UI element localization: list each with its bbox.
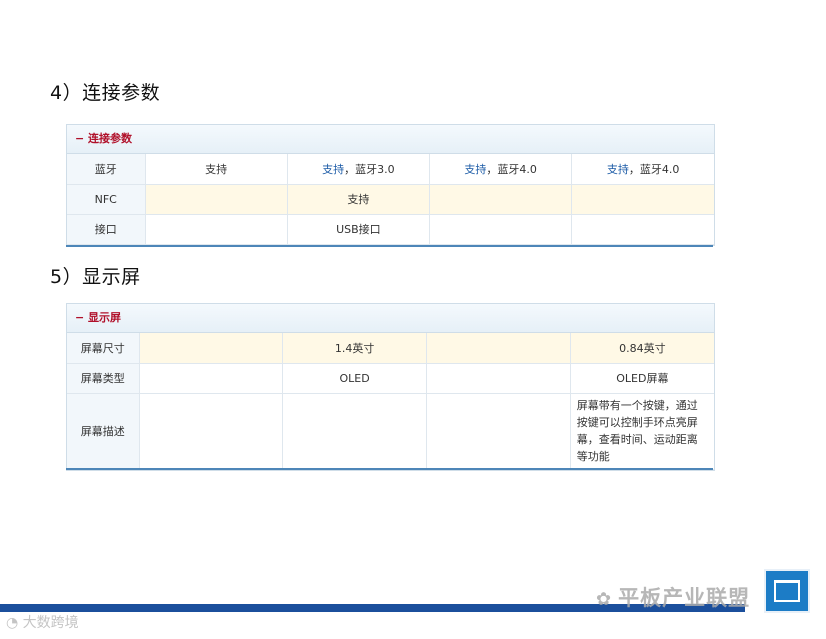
watermark-right: ✿ 平板产业联盟: [596, 582, 750, 612]
table-cell: [139, 393, 284, 470]
panel-title: 连接参数: [88, 132, 132, 145]
section-heading-connection: 4）连接参数: [50, 82, 161, 104]
table-cell: [429, 214, 573, 245]
table-cell: [426, 333, 571, 364]
panel-title: 显示屏: [88, 311, 121, 324]
collapse-icon[interactable]: −: [75, 304, 84, 332]
table-row: 接口 USB接口: [67, 214, 714, 245]
panel-bottom-rule: [66, 245, 713, 247]
row-label: 蓝牙: [67, 154, 146, 185]
table-cell: [139, 363, 284, 394]
table-cell: 支持: [287, 184, 431, 215]
row-label: 屏幕类型: [67, 363, 140, 394]
table-row: 屏幕描述 屏幕带有一个按键，通过按键可以控制手环点亮屏幕，查看时间、运动距离等功…: [67, 393, 714, 470]
row-label: NFC: [67, 184, 146, 215]
table-row: 蓝牙 支持 支持，蓝牙3.0 支持，蓝牙4.0 支持，蓝牙4.0: [67, 154, 714, 185]
watermark-left: ◔ 大数跨境: [6, 612, 79, 632]
table-cell: [571, 214, 714, 245]
collapse-icon[interactable]: −: [75, 125, 84, 153]
table-cell: 支持: [145, 154, 288, 185]
table-cell: [145, 214, 288, 245]
table-cell: 支持，蓝牙3.0: [287, 154, 431, 185]
table-cell: [426, 363, 571, 394]
table-cell: [571, 184, 714, 215]
table-cell: [145, 184, 288, 215]
table-cell: 1.4英寸: [282, 333, 427, 364]
display-table: 屏幕尺寸 1.4英寸 0.84英寸 屏幕类型 OLED OLED屏幕 屏幕描述 …: [67, 333, 714, 470]
table-cell: 支持，蓝牙4.0: [571, 154, 714, 185]
table-row: NFC 支持: [67, 184, 714, 215]
table-cell: [282, 393, 427, 470]
connection-params-panel: − 连接参数 蓝牙 支持 支持，蓝牙3.0 支持，蓝牙4.0 支持，蓝牙4.0 N…: [66, 124, 715, 246]
display-panel: − 显示屏 屏幕尺寸 1.4英寸 0.84英寸 屏幕类型 OLED OLED屏幕 …: [66, 303, 715, 471]
table-cell: USB接口: [287, 214, 431, 245]
section-heading-display: 5）显示屏: [50, 266, 141, 288]
watermark-right-text: 平板产业联盟: [618, 586, 751, 610]
logo-icon: [764, 569, 810, 613]
table-row: 屏幕类型 OLED OLED屏幕: [67, 363, 714, 394]
panel-bottom-rule: [66, 468, 713, 470]
table-cell: 0.84英寸: [570, 333, 714, 364]
table-cell: 支持，蓝牙4.0: [429, 154, 573, 185]
table-cell: 屏幕带有一个按键，通过按键可以控制手环点亮屏幕，查看时间、运动距离等功能: [570, 393, 714, 470]
watermark-left-text: 大数跨境: [22, 615, 79, 631]
table-cell: OLED: [282, 363, 427, 394]
row-label: 屏幕描述: [67, 393, 140, 470]
row-label: 接口: [67, 214, 146, 245]
table-cell: [429, 184, 573, 215]
table-cell: [426, 393, 571, 470]
wechat-icon: ✿: [596, 589, 613, 610]
connection-params-table: 蓝牙 支持 支持，蓝牙3.0 支持，蓝牙4.0 支持，蓝牙4.0 NFC 支持 …: [67, 154, 714, 245]
table-row: 屏幕尺寸 1.4英寸 0.84英寸: [67, 333, 714, 364]
row-label: 屏幕尺寸: [67, 333, 140, 364]
table-cell: [139, 333, 284, 364]
watermark-logo-icon: ◔: [6, 615, 19, 631]
panel-header[interactable]: − 连接参数: [67, 125, 714, 154]
table-cell: OLED屏幕: [570, 363, 714, 394]
panel-header[interactable]: − 显示屏: [67, 304, 714, 333]
